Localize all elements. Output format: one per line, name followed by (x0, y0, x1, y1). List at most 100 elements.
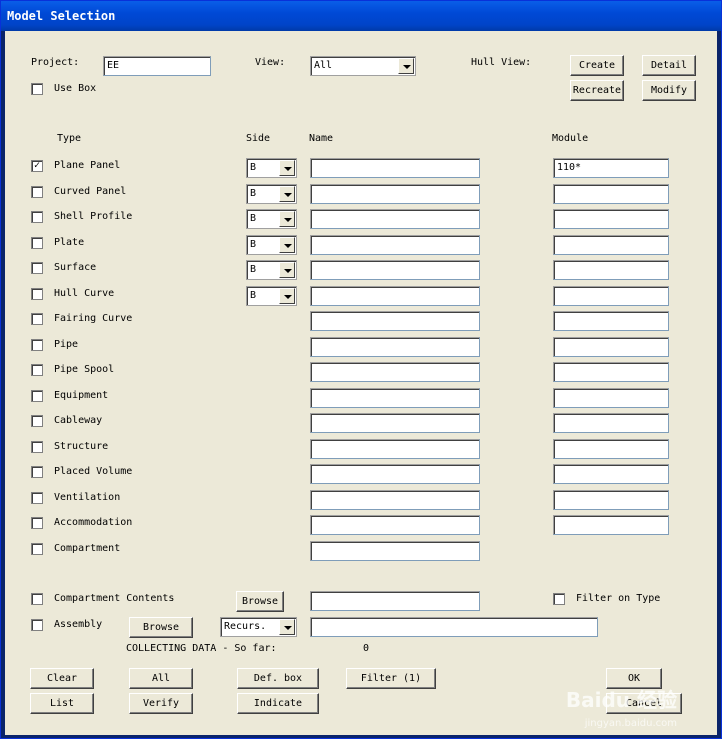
module-input[interactable] (553, 260, 669, 280)
module-input[interactable]: 110* (553, 158, 669, 178)
name-input[interactable] (310, 158, 480, 178)
name-input[interactable] (310, 235, 480, 255)
type-label: Equipment (54, 390, 109, 401)
indicate-button[interactable]: Indicate (237, 693, 319, 714)
all-button[interactable]: All (129, 668, 193, 689)
name-input[interactable] (310, 490, 480, 510)
module-input[interactable] (553, 388, 669, 408)
type-checkbox[interactable] (31, 517, 43, 529)
verify-button[interactable]: Verify (129, 693, 193, 714)
name-input[interactable] (310, 184, 480, 204)
detail-button[interactable]: Detail (642, 55, 696, 76)
module-input[interactable] (553, 413, 669, 433)
clear-button[interactable]: Clear (30, 668, 94, 689)
compartment-contents-input[interactable] (310, 591, 480, 611)
dialog-body: Project: EE Use Box View: All Hull View:… (5, 31, 717, 735)
view-dropdown[interactable]: All (310, 56, 416, 76)
side-dropdown[interactable]: B (246, 209, 297, 229)
type-checkbox[interactable] (31, 186, 43, 198)
module-input[interactable] (553, 337, 669, 357)
compartment-browse-button[interactable]: Browse (236, 591, 284, 612)
def-box-button[interactable]: Def. box (237, 668, 319, 689)
type-label: Fairing Curve (54, 313, 133, 324)
name-input[interactable] (310, 388, 480, 408)
recurs-dropdown[interactable]: Recurs. (220, 617, 297, 637)
list-button[interactable]: List (30, 693, 94, 714)
filter-on-type-checkbox[interactable] (553, 593, 565, 605)
use-box-checkbox[interactable] (31, 83, 43, 95)
type-checkbox[interactable] (31, 543, 43, 555)
module-input[interactable] (553, 235, 669, 255)
type-checkbox[interactable] (31, 211, 43, 223)
module-input[interactable] (553, 464, 669, 484)
name-input[interactable] (310, 311, 480, 331)
name-input[interactable] (310, 464, 480, 484)
type-checkbox[interactable] (31, 415, 43, 427)
name-input[interactable] (310, 362, 480, 382)
type-checkbox[interactable] (31, 441, 43, 453)
type-label: Curved Panel (54, 186, 127, 197)
assembly-checkbox[interactable] (31, 619, 43, 631)
view-value: All (314, 60, 333, 71)
side-dropdown[interactable]: B (246, 158, 297, 178)
name-input[interactable] (310, 286, 480, 306)
type-checkbox[interactable] (31, 339, 43, 351)
side-dropdown[interactable]: B (246, 235, 297, 255)
module-header: Module (552, 133, 589, 144)
chevron-down-icon[interactable] (398, 58, 414, 74)
type-label: Accommodation (54, 517, 133, 528)
recreate-button[interactable]: Recreate (570, 80, 624, 101)
assembly-browse-button[interactable]: Browse (129, 617, 193, 638)
type-label: Plane Panel (54, 160, 121, 171)
type-checkbox[interactable] (31, 492, 43, 504)
name-input[interactable] (310, 515, 480, 535)
type-checkbox[interactable] (31, 237, 43, 249)
type-checkbox[interactable] (31, 390, 43, 402)
module-input[interactable] (553, 362, 669, 382)
type-checkbox[interactable] (31, 466, 43, 478)
window-title: Model Selection (7, 9, 116, 23)
name-header: Name (309, 133, 334, 144)
project-input[interactable]: EE (103, 56, 211, 76)
module-input[interactable] (553, 439, 669, 459)
name-input[interactable] (310, 209, 480, 229)
model-selection-window: Model Selection Project: EE Use Box View… (0, 0, 722, 739)
side-dropdown[interactable]: B (246, 260, 297, 280)
chevron-down-icon[interactable] (279, 237, 295, 253)
side-value: B (250, 290, 257, 301)
type-checkbox[interactable] (31, 364, 43, 376)
module-input[interactable] (553, 286, 669, 306)
side-value: B (250, 188, 257, 199)
module-input[interactable] (553, 209, 669, 229)
name-input[interactable] (310, 260, 480, 280)
chevron-down-icon[interactable] (279, 619, 295, 635)
type-checkbox[interactable] (31, 288, 43, 300)
chevron-down-icon[interactable] (279, 288, 295, 304)
name-input[interactable] (310, 413, 480, 433)
module-input[interactable] (553, 184, 669, 204)
type-checkbox[interactable] (31, 262, 43, 274)
name-input[interactable] (310, 439, 480, 459)
side-dropdown[interactable]: B (246, 184, 297, 204)
title-bar[interactable]: Model Selection (1, 1, 721, 31)
chevron-down-icon[interactable] (279, 262, 295, 278)
type-checkbox[interactable] (31, 313, 43, 325)
module-input[interactable] (553, 490, 669, 510)
type-checkbox[interactable]: ✓ (31, 160, 43, 172)
chevron-down-icon[interactable] (279, 186, 295, 202)
create-button[interactable]: Create (570, 55, 624, 76)
filter-button[interactable]: Filter (1) (346, 668, 436, 689)
type-label: Hull Curve (54, 288, 115, 299)
chevron-down-icon[interactable] (279, 211, 295, 227)
type-label: Plate (54, 237, 85, 248)
watermark-url: jingyan.baidu.com (584, 718, 677, 729)
side-dropdown[interactable]: B (246, 286, 297, 306)
module-input[interactable] (553, 311, 669, 331)
assembly-input[interactable] (310, 617, 598, 637)
modify-button[interactable]: Modify (642, 80, 696, 101)
module-input[interactable] (553, 515, 669, 535)
compartment-contents-checkbox[interactable] (31, 593, 43, 605)
name-input[interactable] (310, 541, 480, 561)
name-input[interactable] (310, 337, 480, 357)
chevron-down-icon[interactable] (279, 160, 295, 176)
